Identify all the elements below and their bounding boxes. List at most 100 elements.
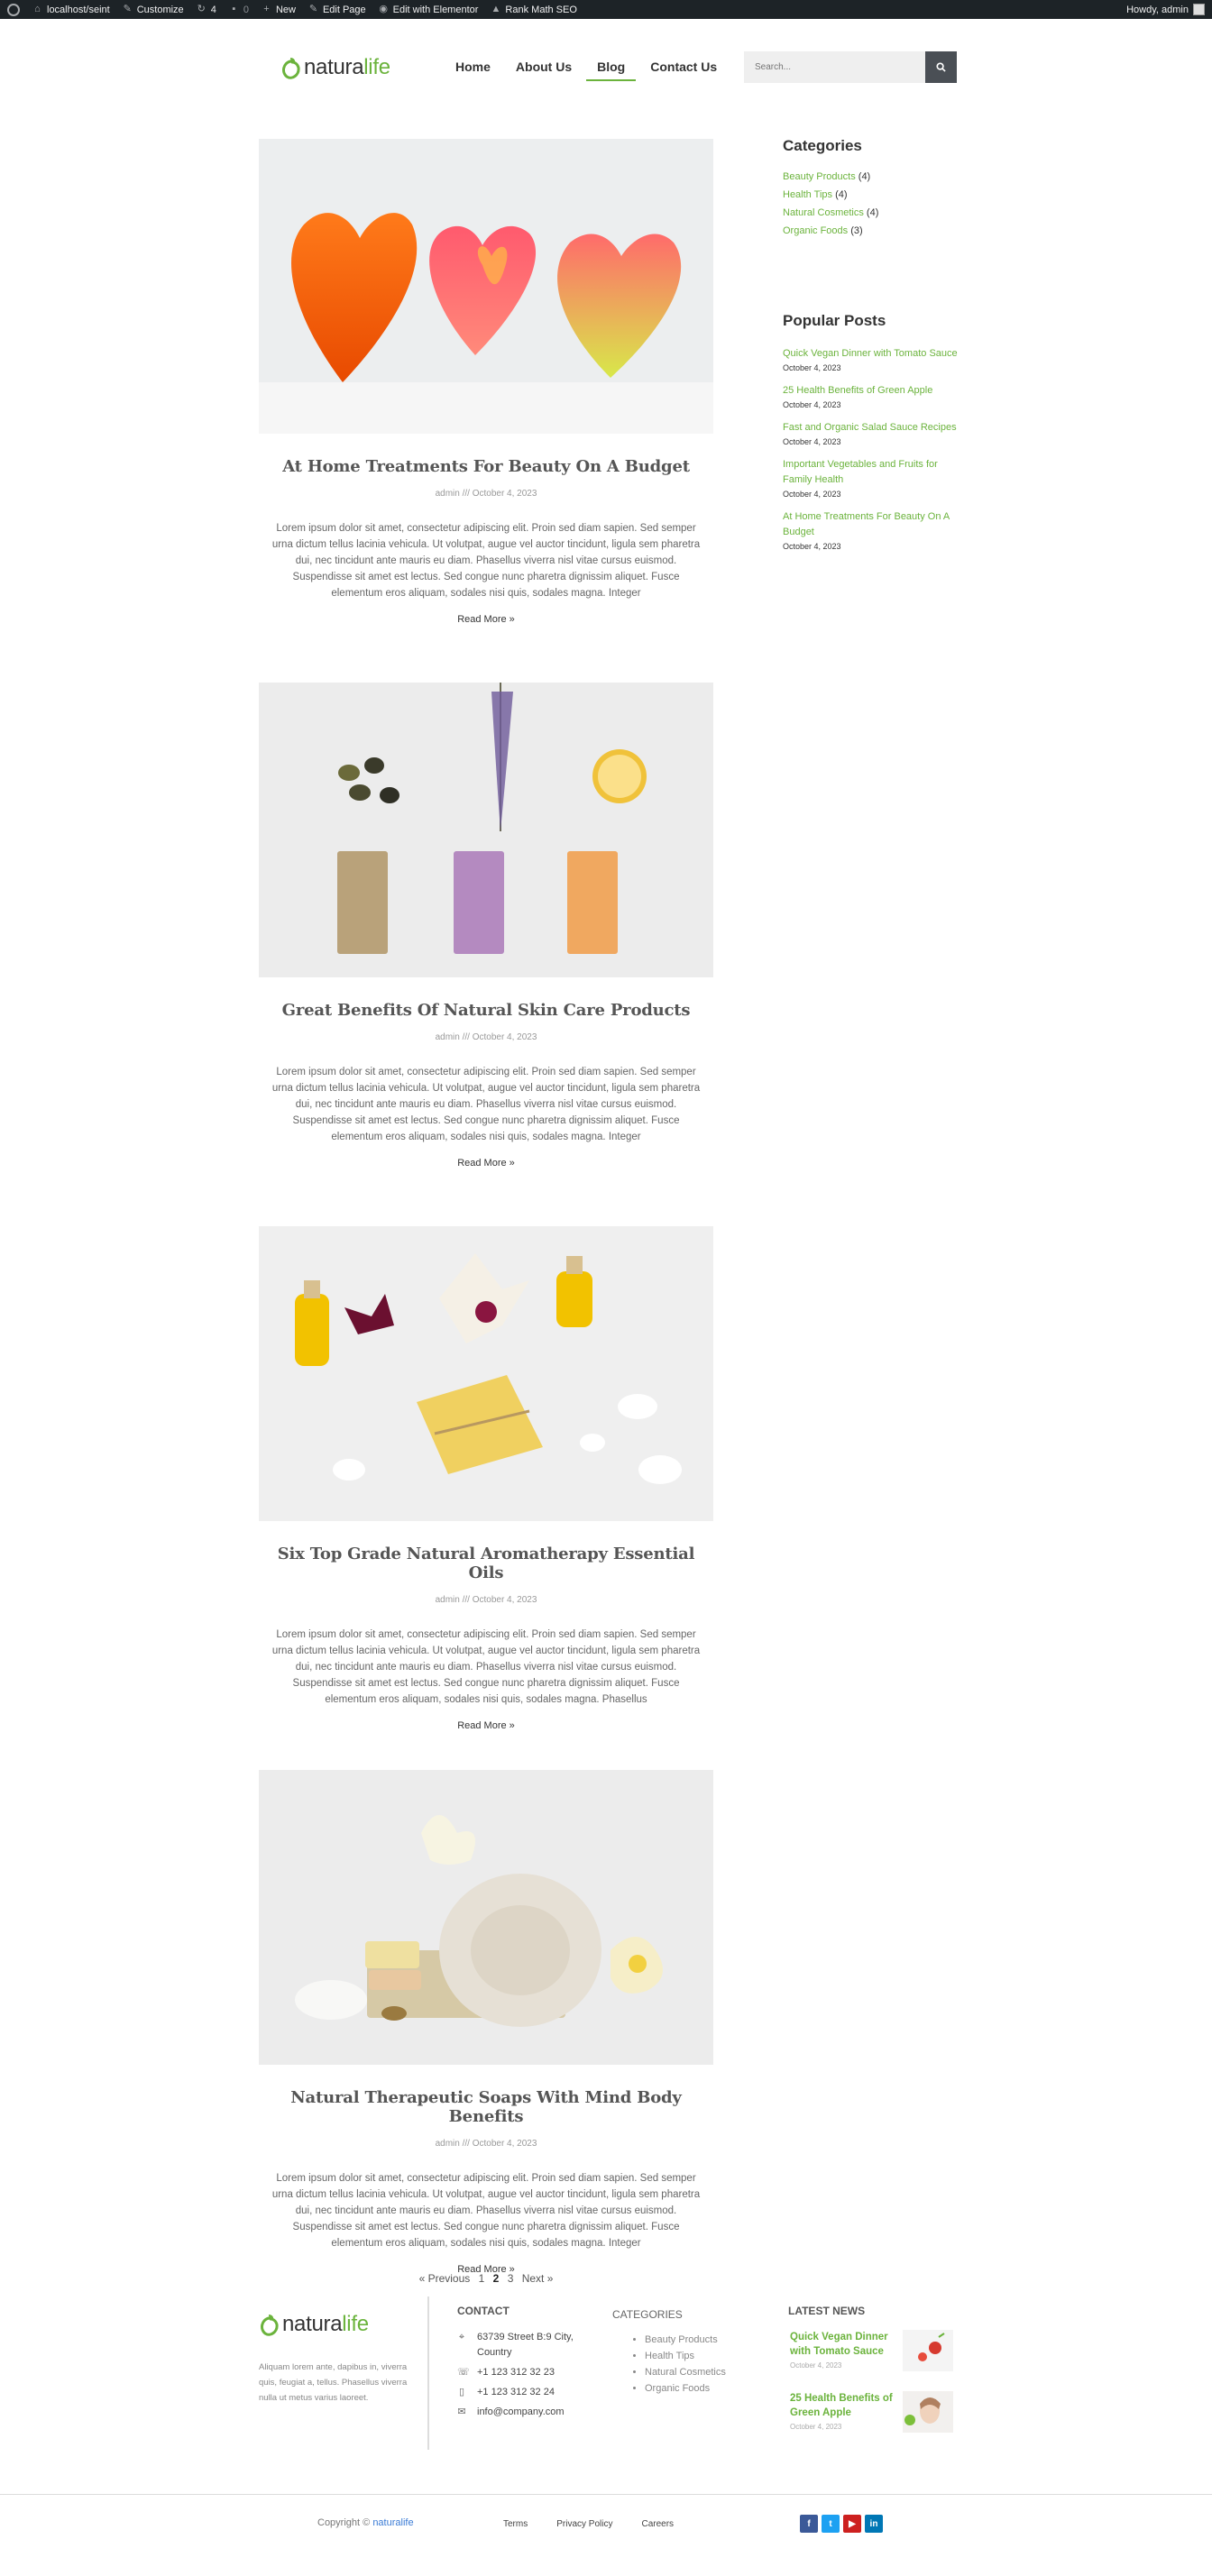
categories-list: Beauty Products (4) Health Tips (4) Natu… (783, 171, 963, 236)
category-link[interactable]: Organic Foods (783, 225, 848, 236)
popular-posts-widget-title: Popular Posts (783, 312, 886, 329)
elementor-link[interactable]: ◉ Edit with Elementor (379, 4, 478, 15)
popular-posts-list: Quick Vegan Dinner with Tomato Sauce Octo… (783, 346, 963, 551)
previous-page-link[interactable]: « Previous (419, 2272, 471, 2285)
updates-link[interactable]: ↻ 4 (197, 5, 216, 15)
category-link[interactable]: Health Tips (783, 189, 832, 200)
site-header: naturalife Home About Us Blog Contact Us (0, 19, 1212, 96)
site-footer: naturalife Aliquam lorem ante, dapibus i… (0, 2296, 1212, 2576)
search-form (744, 51, 957, 83)
mobile-icon: ▯ (458, 2387, 465, 2397)
comment-icon: ▪ (232, 4, 236, 14)
nav-blog[interactable]: Blog (584, 58, 638, 81)
post-title[interactable]: Great Benefits Of Natural Skin Care Prod… (259, 1001, 713, 1020)
popular-post-date: October 4, 2023 (783, 437, 841, 446)
address-row: ⌖ 63739 Street B:9 City, Country (457, 2330, 597, 2361)
updates-icon: ↻ (197, 4, 206, 14)
read-more-link[interactable]: Read More » (457, 614, 515, 625)
contact-heading: CONTACT (457, 2305, 510, 2317)
read-more-link[interactable]: Read More » (457, 1158, 515, 1169)
elementor-icon: ◉ (379, 4, 388, 14)
main-nav: Home About Us Blog Contact Us (443, 58, 730, 81)
post-image[interactable] (259, 1770, 713, 2065)
terms-link[interactable]: Terms (503, 2519, 528, 2529)
brush-icon: ✎ (123, 4, 132, 14)
search-input[interactable] (744, 51, 925, 83)
sidebar: Categories Beauty Products (4) Health Ti… (783, 137, 963, 562)
post-card: Natural Therapeutic Soaps With Mind Body… (259, 1770, 713, 2277)
post-title[interactable]: Six Top Grade Natural Aromatherapy Essen… (259, 1545, 713, 1582)
phone-icon: ☏ (457, 2367, 470, 2378)
search-button[interactable] (925, 51, 957, 83)
popular-post-link[interactable]: Important Vegetables and Fruits for Fami… (783, 457, 963, 488)
new-content-link[interactable]: + New (262, 5, 296, 15)
post-excerpt: Lorem ipsum dolor sit amet, consectetur … (271, 2173, 701, 2249)
post-image[interactable] (259, 683, 713, 977)
footer-categories-list: Beauty Products Health Tips Natural Cosm… (612, 2332, 726, 2397)
leaf-logo-icon (261, 2315, 279, 2336)
youtube-icon[interactable]: ▶ (843, 2515, 861, 2533)
footer-contact: CONTACT ⌖ 63739 Street B:9 City, Country … (457, 2305, 597, 2425)
post-title[interactable]: Natural Therapeutic Soaps With Mind Body… (259, 2088, 713, 2126)
popular-post-date: October 4, 2023 (783, 542, 841, 551)
privacy-policy-link[interactable]: Privacy Policy (556, 2519, 612, 2529)
nav-about-us[interactable]: About Us (503, 58, 584, 81)
popular-post-item: At Home Treatments For Beauty On A Budge… (783, 509, 963, 551)
account-menu[interactable]: Howdy, admin (1126, 4, 1205, 15)
popular-post-link[interactable]: Quick Vegan Dinner with Tomato Sauce (783, 346, 963, 362)
linkedin-icon[interactable]: in (865, 2515, 883, 2533)
category-item: Beauty Products (4) (783, 171, 871, 182)
logo-text-natura: natura (304, 55, 364, 79)
news-link[interactable]: Quick Vegan Dinner with Tomato Sauce (790, 2330, 896, 2359)
facebook-icon[interactable]: f (800, 2515, 818, 2533)
site-logo[interactable]: naturalife (280, 55, 390, 80)
footer-logo[interactable]: naturalife (259, 2312, 369, 2337)
post-image[interactable] (259, 139, 713, 434)
news-link[interactable]: 25 Health Benefits of Green Apple (790, 2391, 896, 2420)
comments-link[interactable]: ▪ 0 (229, 5, 249, 15)
footer-category-link[interactable]: Organic Foods (645, 2380, 726, 2397)
aromatherapy-oils-image (259, 1226, 713, 1521)
footer-categories-heading: CATEGORIES (612, 2308, 683, 2321)
footer-category-link[interactable]: Beauty Products (645, 2332, 726, 2348)
page-link-3[interactable]: 3 (508, 2272, 514, 2285)
customize-link[interactable]: ✎ Customize (123, 5, 184, 15)
nav-contact-us[interactable]: Contact Us (638, 58, 730, 81)
category-item: Natural Cosmetics (4) (783, 207, 879, 218)
leaf-logo-icon (282, 58, 300, 79)
popular-post-item: 25 Health Benefits of Green Apple October… (783, 383, 963, 409)
next-page-link[interactable]: Next » (522, 2272, 554, 2285)
category-link[interactable]: Beauty Products (783, 171, 856, 182)
read-more-link[interactable]: Read More » (457, 1720, 515, 1731)
logo-text-natura: natura (282, 2312, 343, 2336)
footer-about-text: Aliquam lorem ante, dapibus in, viverra … (259, 2362, 408, 2403)
edit-page-link[interactable]: ✎ Edit Page (308, 5, 366, 15)
chart-icon: ▲ (491, 4, 501, 14)
careers-link[interactable]: Careers (641, 2519, 674, 2529)
post-title[interactable]: At Home Treatments For Beauty On A Budge… (259, 457, 713, 476)
copyright-brand-link[interactable]: naturalife (372, 2517, 413, 2528)
popular-post-link[interactable]: 25 Health Benefits of Green Apple (783, 383, 963, 399)
post-image[interactable] (259, 1226, 713, 1521)
twitter-icon[interactable]: t (822, 2515, 840, 2533)
footer-categories: CATEGORIES Beauty Products Health Tips N… (612, 2308, 726, 2397)
popular-post-item: Fast and Organic Salad Sauce Recipes Octo… (783, 420, 963, 446)
popular-post-date: October 4, 2023 (783, 490, 841, 499)
popular-post-link[interactable]: Fast and Organic Salad Sauce Recipes (783, 420, 963, 435)
footer-bottom-bar: Copyright © naturalife Terms Privacy Pol… (0, 2494, 1212, 2557)
footer-category-link[interactable]: Health Tips (645, 2348, 726, 2364)
nav-home[interactable]: Home (443, 58, 503, 81)
therapeutic-soaps-image (259, 1770, 713, 2065)
popular-post-link[interactable]: At Home Treatments For Beauty On A Budge… (783, 509, 963, 540)
page-link-1[interactable]: 1 (479, 2272, 485, 2285)
wp-logo-menu[interactable] (7, 3, 20, 16)
site-name-link[interactable]: ⌂ localhost/seint (32, 5, 110, 15)
news-thumbnail[interactable] (903, 2391, 953, 2433)
category-link[interactable]: Natural Cosmetics (783, 207, 864, 218)
footer-category-link[interactable]: Natural Cosmetics (645, 2364, 726, 2380)
news-thumbnail[interactable] (903, 2330, 953, 2371)
news-date: October 4, 2023 (790, 2423, 842, 2431)
pagination: « Previous 1 2 3 Next » (259, 2272, 713, 2285)
rank-math-link[interactable]: ▲ Rank Math SEO (491, 5, 576, 15)
footer-links: Terms Privacy Policy Careers (503, 2519, 674, 2529)
